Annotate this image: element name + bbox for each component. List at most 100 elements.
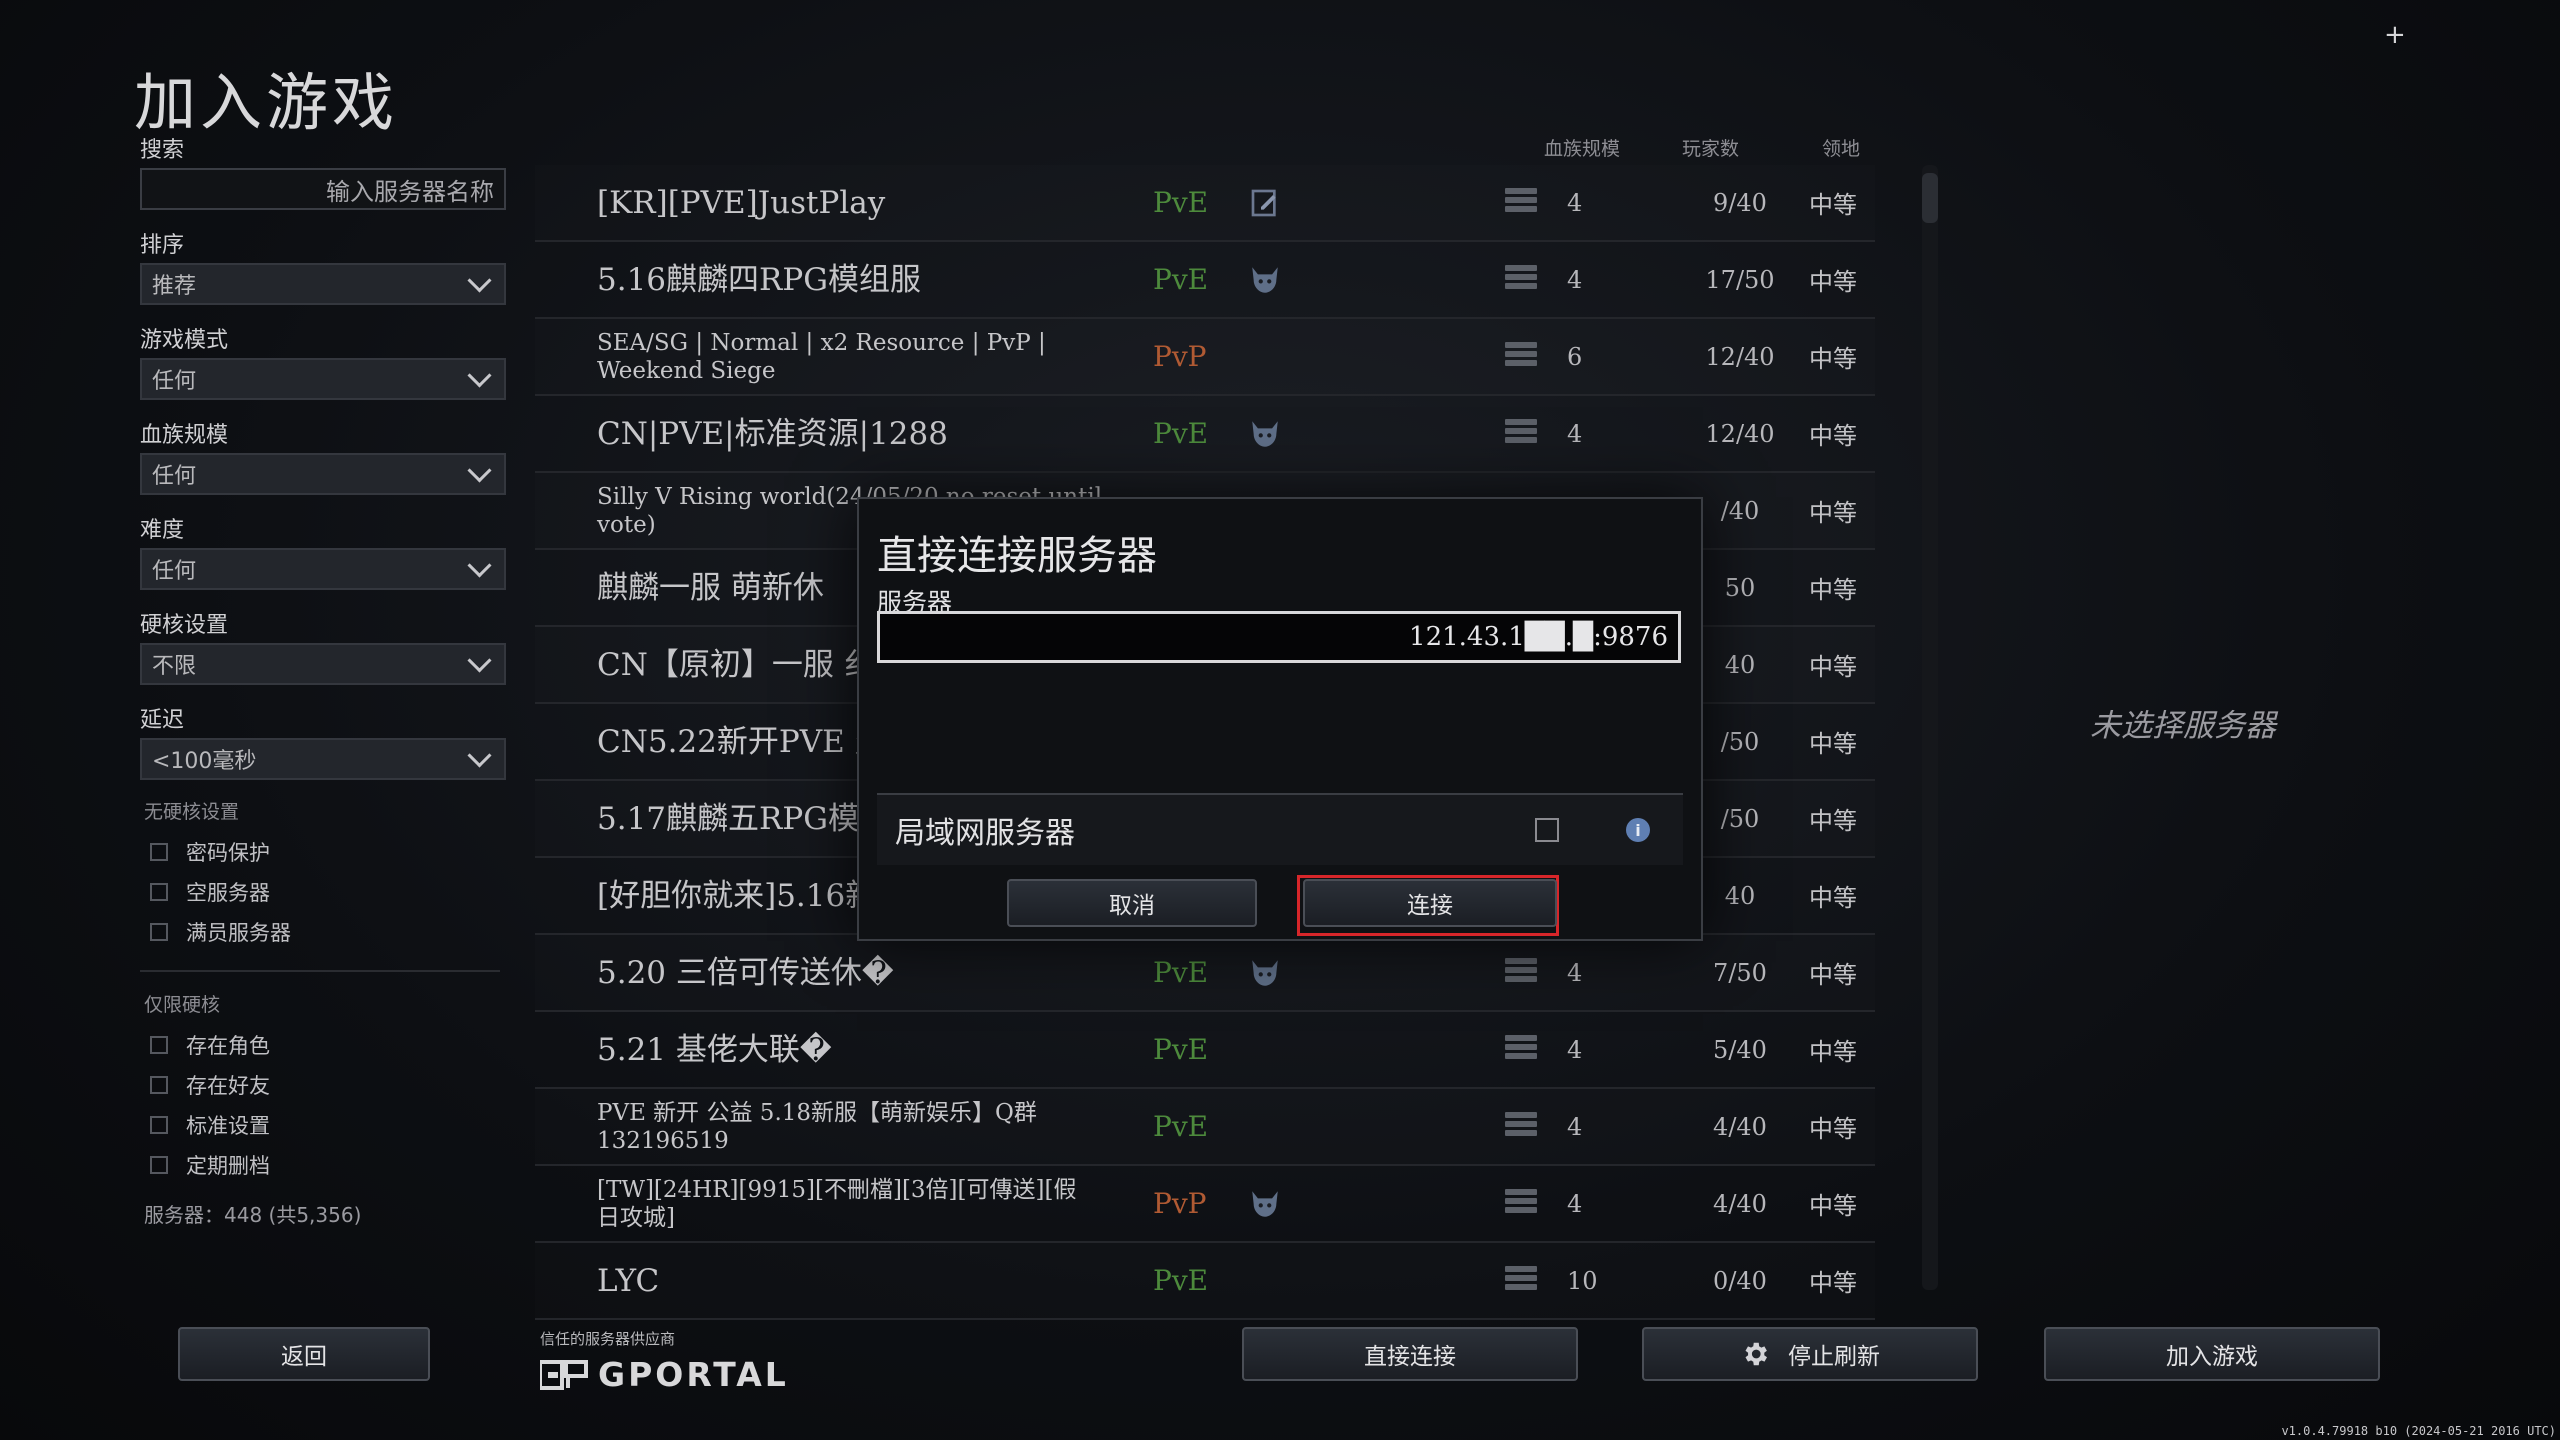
server-icon	[1505, 957, 1537, 988]
checkbox[interactable]	[150, 923, 168, 941]
checkbox-has-friends[interactable]: 存在好友	[140, 1065, 506, 1105]
checkbox[interactable]	[150, 883, 168, 901]
info-icon[interactable]: i	[1626, 818, 1650, 842]
server-row[interactable]: CN|PVE|标准资源|1288 PvE 4 12/40 中等	[535, 396, 1875, 473]
server-clan-size: 4	[1567, 265, 1583, 294]
cancel-button[interactable]: 取消	[1007, 879, 1257, 927]
lan-server-label: 局域网服务器	[895, 816, 1075, 851]
col-clan[interactable]: 血族规模	[1544, 134, 1620, 161]
checkbox-password[interactable]: 密码保护	[140, 832, 506, 872]
dialog-title: 直接连接服务器	[877, 533, 1157, 579]
latency-select[interactable]: <100毫秒	[140, 738, 506, 780]
checkbox[interactable]	[150, 1036, 168, 1054]
server-name: CN|PVE|标准资源|1288	[597, 415, 948, 452]
server-territory: 中等	[1809, 1192, 1857, 1220]
server-territory: 中等	[1809, 730, 1857, 758]
server-mode: PvP	[1153, 340, 1207, 373]
difficulty-value: 任何	[152, 559, 197, 584]
server-row[interactable]: [KR][PVE]JustPlay PvE 4 9/40 中等	[535, 165, 1875, 242]
server-players: 12/40	[1705, 342, 1775, 371]
checkbox-label: 满员服务器	[186, 921, 291, 945]
server-row[interactable]: SEA/SG | Normal | x2 Resource | PvP | We…	[535, 319, 1875, 396]
server-name: 5.21 基佬大联�	[597, 1031, 832, 1068]
hardcore-value: 不限	[152, 654, 197, 679]
server-players: 12/40	[1705, 419, 1775, 448]
back-button[interactable]: 返回	[178, 1327, 430, 1381]
sort-label: 排序	[140, 233, 185, 258]
server-row[interactable]: LYC PvE 10 0/40 中等	[535, 1243, 1875, 1320]
server-icon	[1505, 1111, 1537, 1142]
clan-select[interactable]: 任何	[140, 453, 506, 495]
server-row[interactable]: 5.20 三倍可传送休� PvE 4 7/50 中等	[535, 935, 1875, 1012]
server-mode: PvE	[1153, 1033, 1209, 1066]
mode-select[interactable]: 任何	[140, 358, 506, 400]
direct-connect-button[interactable]: 直接连接	[1242, 1327, 1578, 1381]
scrollbar[interactable]	[1922, 165, 1938, 1290]
server-clan-size: 4	[1567, 1112, 1583, 1141]
server-name: SEA/SG | Normal | x2 Resource | PvP | We…	[597, 329, 1046, 384]
checkbox[interactable]	[150, 843, 168, 861]
server-clan-size: 4	[1567, 188, 1583, 217]
server-name: 5.20 三倍可传送休�	[597, 954, 894, 991]
server-territory: 中等	[1809, 807, 1857, 835]
hardcore-label: 硬核设置	[140, 613, 229, 638]
checkbox[interactable]	[150, 1116, 168, 1134]
server-territory: 中等	[1809, 499, 1857, 527]
join-game-button[interactable]: 加入游戏	[2044, 1327, 2380, 1381]
server-territory: 中等	[1809, 1269, 1857, 1297]
latency-label: 延迟	[140, 708, 185, 733]
sort-select[interactable]: 推荐	[140, 263, 506, 305]
server-row[interactable]: [TW][24HR][9915][不刪檔][3倍][可傳送][假日攻城] PvP 4…	[535, 1166, 1875, 1243]
sort-value: 推荐	[152, 274, 197, 299]
server-row[interactable]: 5.16麒麟四RPG模组服 PvE 4 17/50 中等	[535, 242, 1875, 319]
wolf-icon	[1245, 1184, 1285, 1224]
server-territory: 中等	[1809, 884, 1857, 912]
server-players: 7/50	[1713, 958, 1767, 987]
server-territory: 中等	[1809, 422, 1857, 450]
server-row[interactable]: 5.21 基佬大联� PvE 4 5/40 中等	[535, 1012, 1875, 1089]
non-hardcore-section: 无硬核设置	[144, 801, 240, 823]
server-address-input[interactable]: 121.43.1██.█:9876	[877, 611, 1681, 663]
scroll-thumb[interactable]	[1922, 173, 1938, 223]
server-icon	[1505, 187, 1537, 218]
checkbox-label: 定期删档	[186, 1154, 270, 1178]
chevron-down-icon	[467, 647, 492, 673]
divider	[140, 970, 500, 972]
server-icon	[1505, 1034, 1537, 1065]
gportal-icon	[540, 1359, 588, 1390]
provider-name: GPORTAL	[598, 1355, 789, 1394]
lan-server-checkbox[interactable]	[1535, 818, 1559, 842]
server-icon	[1505, 1188, 1537, 1219]
checkbox[interactable]	[150, 1156, 168, 1174]
server-mode: PvE	[1153, 417, 1209, 450]
stop-refresh-button[interactable]: 停止刷新	[1642, 1327, 1978, 1381]
difficulty-select[interactable]: 任何	[140, 548, 506, 590]
checkbox[interactable]	[150, 1076, 168, 1094]
mode-value: 任何	[152, 369, 197, 394]
wolf-icon	[1245, 414, 1285, 454]
chevron-down-icon	[467, 362, 492, 388]
hardcore-select[interactable]: 不限	[140, 643, 506, 685]
server-territory: 中等	[1809, 653, 1857, 681]
checkbox-empty[interactable]: 空服务器	[140, 872, 506, 912]
chevron-down-icon	[467, 552, 492, 578]
checkbox-wipe[interactable]: 定期删档	[140, 1145, 506, 1185]
server-players: 9/40	[1713, 188, 1767, 217]
col-territory[interactable]: 领地	[1822, 134, 1860, 161]
clan-value: 任何	[152, 464, 197, 489]
checkbox-full[interactable]: 满员服务器	[140, 912, 506, 952]
server-row[interactable]: PVE 新开 公益 5.18新服【萌新娱乐】Q群132196519 PvE 4 4/4…	[535, 1089, 1875, 1166]
hardcore-only-section: 仅限硬核	[144, 994, 221, 1016]
server-name: 5.16麒麟四RPG模组服	[597, 261, 921, 298]
connect-button[interactable]: 连接	[1303, 879, 1557, 927]
server-players: 4/40	[1713, 1189, 1767, 1218]
checkbox-has-character[interactable]: 存在角色	[140, 1025, 506, 1065]
server-clan-size: 4	[1567, 958, 1583, 987]
checkbox-label: 密码保护	[186, 841, 270, 865]
checkbox-standard[interactable]: 标准设置	[140, 1105, 506, 1145]
server-players: 0/40	[1713, 1266, 1767, 1295]
search-input[interactable]: 输入服务器名称	[140, 168, 506, 210]
edit-icon	[1245, 183, 1285, 223]
checkbox-label: 标准设置	[186, 1114, 270, 1138]
col-players[interactable]: 玩家数	[1682, 134, 1739, 161]
